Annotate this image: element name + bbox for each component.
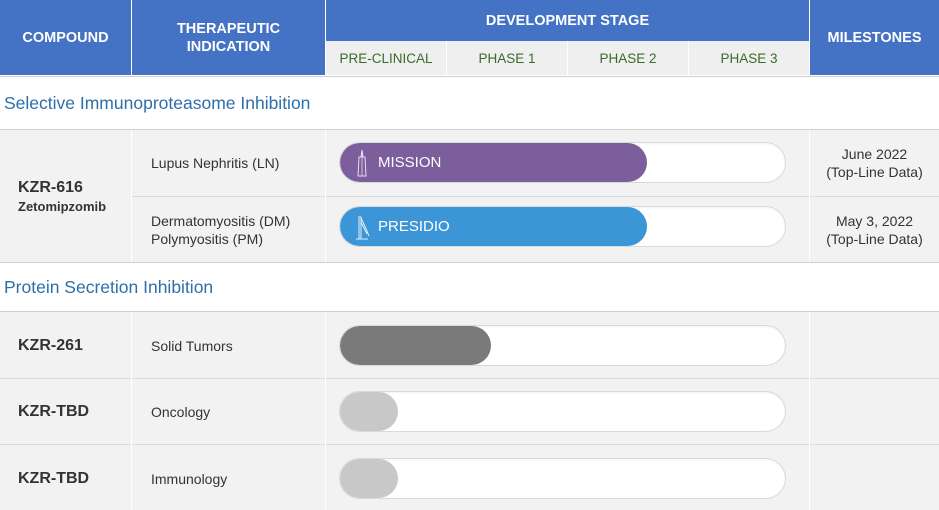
header-indication-line1: THERAPEUTIC — [176, 20, 281, 37]
section-title-text: Protein Secretion Inhibition — [4, 276, 214, 297]
header-indication: THERAPEUTIC INDICATION — [132, 0, 325, 75]
column-divider — [131, 130, 132, 262]
indication-immunology: Immunology — [151, 471, 228, 487]
divider — [0, 444, 939, 445]
progress-bar-presidio: PRESIDIO — [340, 207, 648, 246]
indication-dm-pm: Dermatomyositis (DM) Polymyositis (PM) — [151, 212, 290, 248]
compound-kzr616: KZR-616 — [18, 179, 83, 196]
bridge-icon — [354, 213, 370, 241]
indication-line: Dermatomyositis (DM) — [151, 213, 291, 229]
milestone-note: (Top-Line Data) — [826, 231, 923, 247]
trial-name-mission: MISSION — [378, 154, 442, 171]
column-divider — [325, 130, 326, 262]
column-divider — [325, 312, 326, 510]
phase-label: PRE-CLINICAL — [339, 50, 433, 66]
section-title-immunoproteasome: Selective Immunoproteasome Inhibition — [0, 77, 939, 129]
indication-line: Lupus Nephritis (LN) — [151, 155, 280, 171]
progress-bar-kzr261 — [340, 326, 492, 365]
header-milestones: MILESTONES — [810, 0, 939, 75]
compound-kzr-tbd-oncology: KZR-TBD — [18, 403, 90, 420]
progress-bar-mission: MISSION — [340, 143, 648, 182]
compound-kzr-tbd-immunology: KZR-TBD — [18, 470, 90, 487]
column-divider — [809, 312, 810, 510]
section-title-text: Selective Immunoproteasome Inhibition — [4, 92, 311, 113]
phase-3: PHASE 3 — [689, 41, 809, 75]
milestone-date: June 2022 — [841, 146, 908, 162]
divider — [0, 378, 939, 379]
header-indication-label: THERAPEUTIC INDICATION — [177, 20, 280, 56]
milestone-date: May 3, 2022 — [835, 213, 914, 229]
tower-icon — [354, 149, 370, 177]
phase-1: PHASE 1 — [447, 41, 567, 75]
column-divider — [131, 312, 132, 510]
progress-track-presidio: PRESIDIO — [339, 206, 786, 247]
phase-label: PHASE 3 — [720, 50, 778, 66]
indication-oncology: Oncology — [151, 404, 211, 420]
milestone-presidio: May 3, 2022 (Top-Line Data) — [810, 212, 939, 248]
header-stage-label: DEVELOPMENT STAGE — [485, 12, 650, 29]
header-indication-line2: INDICATION — [186, 38, 271, 55]
trial-name-presidio: PRESIDIO — [378, 218, 450, 235]
header-compound-label: COMPOUND — [22, 29, 109, 46]
header-development-stage: DEVELOPMENT STAGE — [326, 0, 809, 41]
phase-2: PHASE 2 — [568, 41, 688, 75]
progress-bar-oncology — [340, 392, 398, 431]
progress-track-immunology — [339, 458, 786, 499]
header-milestones-label: MILESTONES — [827, 29, 922, 46]
section-title-protein-secretion: Protein Secretion Inhibition — [0, 263, 939, 311]
milestone-mission: June 2022 (Top-Line Data) — [810, 145, 939, 181]
indication-line: Polymyositis (PM) — [151, 231, 264, 247]
progress-track-mission: MISSION — [339, 142, 786, 183]
indication-lupus-nephritis: Lupus Nephritis (LN) — [151, 154, 279, 172]
phase-preclinical: PRE-CLINICAL — [326, 41, 446, 75]
progress-track-oncology — [339, 391, 786, 432]
progress-track-kzr261 — [339, 325, 786, 366]
indication-solid-tumors: Solid Tumors — [151, 338, 233, 354]
compound-kzr616-name: Zetomipzomib — [18, 199, 107, 214]
compound-kzr261: KZR-261 — [18, 337, 83, 354]
divider — [132, 196, 939, 197]
phase-label: PHASE 1 — [478, 50, 536, 66]
phase-label: PHASE 2 — [599, 50, 657, 66]
progress-bar-immunology — [340, 459, 398, 498]
header-compound: COMPOUND — [0, 0, 131, 75]
milestone-note: (Top-Line Data) — [826, 164, 923, 180]
